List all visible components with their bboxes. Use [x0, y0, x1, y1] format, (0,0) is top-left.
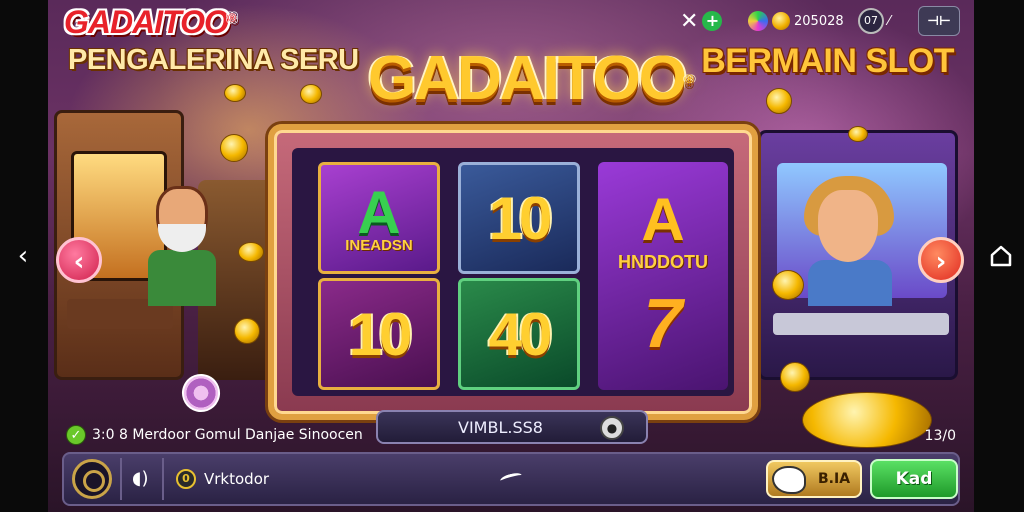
reel-symbol-seven: 7: [643, 283, 683, 362]
slot-machine-frame: A INEADSN 10 10 40 A HNDDOTU 7: [268, 124, 758, 420]
character-old-man: [148, 186, 216, 306]
gem-icon: [748, 11, 768, 31]
hud-level[interactable]: 07 ⁄: [858, 6, 890, 36]
coin-icon: [802, 392, 932, 448]
game-screen: GADAITOO® PENGALERINA SERU GADAITOO® BER…: [48, 0, 974, 512]
system-nav-right: [974, 0, 1024, 512]
system-nav-left: ‹: [0, 0, 48, 512]
coin-icon: [220, 134, 248, 162]
check-icon: ✓: [66, 425, 86, 445]
reel-symbol-letter: A: [641, 185, 685, 253]
sliders-icon: ⊣⊢: [927, 13, 951, 29]
reel-symbol-number: 10: [348, 300, 413, 368]
level-badge: 07: [858, 8, 884, 34]
coin-icon: [772, 270, 804, 300]
spin-bar-label: VIMBL.SS8: [458, 418, 543, 437]
settings-menu-button[interactable]: ⊣⊢: [918, 6, 960, 36]
info-line: ✓ 3:0 8 Merdoor Gomul Danjae Sinoocen: [66, 424, 363, 446]
chat-bubble-icon: [772, 466, 806, 494]
coin-icon: [766, 88, 792, 114]
reel-symbol-number: 10: [488, 184, 553, 252]
info-text: 3:0 8 Merdoor Gomul Danjae Sinoocen: [92, 427, 363, 443]
coin-icon: [234, 318, 260, 344]
player-name: Vrktodor: [204, 470, 270, 488]
reel-symbol-letter: A: [357, 178, 401, 246]
reel-symbol-tall: A HNDDOTU 7: [598, 162, 728, 390]
bottom-toolbar: ◖) 0 Vrktodor B.IA Kad: [62, 452, 960, 506]
coin-icon: [238, 242, 264, 262]
coin-icon: [772, 12, 790, 30]
bet-label: B.IA: [818, 471, 851, 487]
coin-balance: 205028: [794, 13, 844, 29]
swipe-handle-icon[interactable]: [499, 471, 523, 485]
close-x-icon: ✕: [680, 8, 699, 34]
divider: [120, 458, 122, 500]
level-arrow-icon: ⁄: [888, 13, 891, 29]
back-chevron-icon[interactable]: ‹: [10, 242, 36, 270]
character-young-man: [804, 176, 894, 306]
prev-arrow-button[interactable]: ‹: [56, 237, 102, 283]
reel-symbol: 40: [458, 278, 580, 390]
home-icon[interactable]: [988, 243, 1014, 269]
divider: [162, 458, 164, 500]
reel-symbol-label: HNDDOTU: [618, 251, 708, 272]
add-icon[interactable]: +: [702, 11, 723, 31]
soccer-ball-icon[interactable]: ●: [600, 416, 624, 440]
coin-icon: [300, 84, 322, 104]
next-arrow-button[interactable]: ›: [918, 237, 964, 283]
player-badge-icon: 0: [176, 469, 196, 489]
reel-symbol: 10: [318, 278, 440, 390]
spin-bar[interactable]: VIMBL.SS8 ●: [376, 410, 648, 444]
info-counter: 13/0: [924, 428, 956, 444]
reel-symbol: A INEADSN: [318, 162, 440, 274]
promo-subtitle-left: PENGALERINA SERU: [68, 44, 359, 76]
coin-icon: [848, 126, 868, 142]
play-button[interactable]: Kad: [870, 459, 958, 499]
game-title: GADAITOO®: [368, 44, 694, 113]
brand-logo: GADAITOO®: [64, 4, 236, 40]
profile-avatar-button[interactable]: [72, 459, 112, 499]
hud-coins[interactable]: 205028: [748, 6, 844, 36]
coin-icon: [224, 84, 246, 102]
promo-subtitle-right: BERMAIN SLOT: [701, 42, 954, 80]
coin-icon: [780, 362, 810, 392]
reel-symbol-number: 40: [488, 300, 553, 368]
slot-reels-area: A INEADSN 10 10 40 A HNDDOTU 7: [292, 148, 734, 396]
bet-button[interactable]: B.IA: [766, 460, 862, 498]
sound-icon[interactable]: ◖): [132, 468, 149, 489]
arcade-panel-right: [773, 313, 949, 335]
hud-gift[interactable]: ✕ +: [680, 6, 723, 36]
reel-symbol-label: INEADSN: [345, 236, 413, 254]
reel-symbol: 10: [458, 162, 580, 274]
